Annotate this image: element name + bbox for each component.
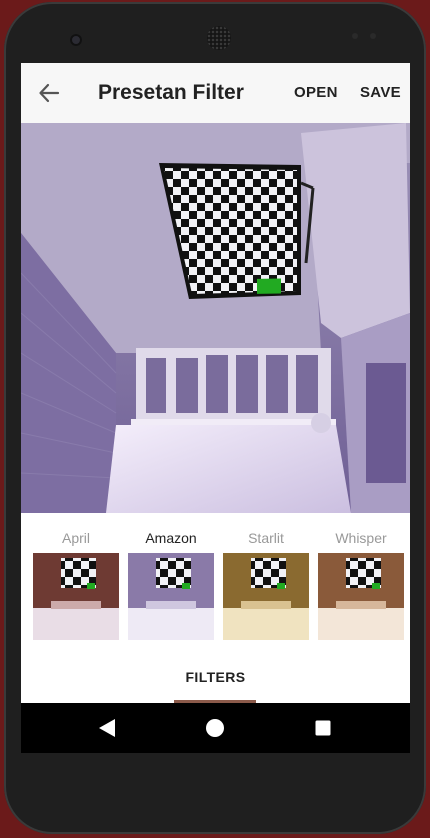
filter-strip: April Amazon Starlit Whisper <box>21 513 410 653</box>
filter-item-april[interactable]: April <box>33 513 119 640</box>
thumbnail-image <box>318 553 404 640</box>
earpiece-speaker <box>207 26 231 50</box>
filter-thumbnail-amazon[interactable] <box>128 553 214 640</box>
back-button[interactable] <box>35 79 63 107</box>
circle-home-icon <box>206 719 224 737</box>
filter-label: Amazon <box>145 530 197 546</box>
arrow-left-icon <box>39 83 60 103</box>
tab-filters[interactable]: FILTERS <box>21 653 410 703</box>
app-screen: Presetan Filter OPEN SAVE April Amazon S… <box>21 63 410 753</box>
filter-label: Starlit <box>248 530 284 546</box>
filter-thumbnail-starlit[interactable] <box>223 553 309 640</box>
nav-home-button[interactable] <box>203 716 227 740</box>
filter-item-starlit[interactable]: Starlit <box>223 513 309 640</box>
save-button[interactable]: SAVE <box>360 84 401 101</box>
filter-item-amazon[interactable]: Amazon <box>128 513 214 640</box>
light-sensor <box>370 33 376 39</box>
triangle-back-icon <box>99 719 115 737</box>
scene-image <box>21 123 410 513</box>
thumbnail-image <box>33 553 119 640</box>
filter-label: April <box>61 530 90 546</box>
open-button[interactable]: OPEN <box>294 84 338 101</box>
thumbnail-image <box>128 553 214 640</box>
filter-thumbnail-whisper[interactable] <box>318 553 404 640</box>
page-title: Presetan Filter <box>98 81 244 104</box>
square-recents-icon <box>315 720 331 736</box>
front-camera <box>70 34 82 46</box>
app-bar: Presetan Filter OPEN SAVE <box>21 63 410 123</box>
nav-back-button[interactable] <box>95 716 119 740</box>
filter-item-whisper[interactable]: Whisper <box>318 513 404 640</box>
filter-thumbnail-april[interactable] <box>33 553 119 640</box>
nav-recents-button[interactable] <box>311 716 335 740</box>
proximity-sensor <box>352 33 358 39</box>
system-nav-bar <box>21 703 410 753</box>
bottom-tabs: FILTERS <box>21 653 410 703</box>
thumbnail-image <box>223 553 309 640</box>
photo-preview[interactable] <box>21 123 410 513</box>
filter-label: Whisper <box>335 530 387 546</box>
